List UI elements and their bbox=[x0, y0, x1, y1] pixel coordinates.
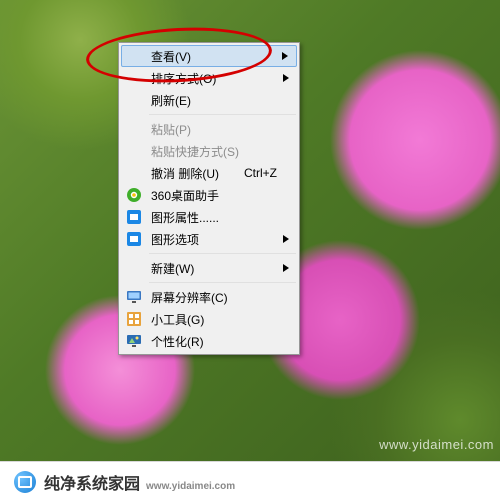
footer-url: www.yidaimei.com bbox=[146, 481, 235, 492]
menu-item-label: 刷新(E) bbox=[151, 92, 191, 109]
menu-item[interactable]: 排序方式(O) bbox=[121, 67, 297, 89]
menu-item-label: 图形属性...... bbox=[151, 209, 219, 226]
menu-item[interactable]: 图形选项 bbox=[121, 228, 297, 250]
submenu-arrow-icon bbox=[283, 264, 289, 272]
footer-bar: 纯净系统家园 www.yidaimei.com bbox=[0, 461, 500, 502]
menu-separator bbox=[149, 114, 296, 115]
menu-item-label: 个性化(R) bbox=[151, 333, 204, 350]
menu-separator bbox=[149, 282, 296, 283]
menu-item-label: 排序方式(O) bbox=[151, 70, 216, 87]
menu-item-label: 图形选项 bbox=[151, 231, 199, 248]
menu-item-label: 小工具(G) bbox=[151, 311, 204, 328]
intel-graphics-icon bbox=[126, 231, 142, 247]
footer-logo-icon bbox=[14, 471, 36, 493]
menu-item[interactable]: 图形属性...... bbox=[121, 206, 297, 228]
menu-item-label: 撤消 删除(U) bbox=[151, 165, 219, 182]
menu-item[interactable]: 个性化(R) bbox=[121, 330, 297, 352]
menu-separator bbox=[149, 253, 296, 254]
menu-item[interactable]: 刷新(E) bbox=[121, 89, 297, 111]
menu-item[interactable]: 新建(W) bbox=[121, 257, 297, 279]
footer-brand-text: 纯净系统家园 www.yidaimei.com bbox=[44, 470, 235, 494]
gadgets-icon bbox=[126, 311, 142, 327]
menu-item-label: 粘贴快捷方式(S) bbox=[151, 143, 239, 160]
footer-brand: 纯净系统家园 bbox=[44, 470, 140, 494]
monitor-icon bbox=[126, 289, 142, 305]
360-icon bbox=[126, 187, 142, 203]
menu-item-label: 查看(V) bbox=[151, 48, 191, 65]
watermark-bottom-right: www.yidaimei.com bbox=[379, 437, 494, 452]
menu-item[interactable]: 撤消 删除(U) Ctrl+Z bbox=[121, 162, 297, 184]
personalize-icon bbox=[126, 333, 142, 349]
menu-item: 粘贴快捷方式(S) bbox=[121, 140, 297, 162]
submenu-arrow-icon bbox=[283, 74, 289, 82]
menu-item: 粘贴(P) bbox=[121, 118, 297, 140]
menu-item-label: 屏幕分辨率(C) bbox=[151, 289, 228, 306]
menu-item[interactable]: 查看(V) bbox=[121, 45, 297, 67]
menu-item[interactable]: 小工具(G) bbox=[121, 308, 297, 330]
menu-item[interactable]: 屏幕分辨率(C) bbox=[121, 286, 297, 308]
submenu-arrow-icon bbox=[283, 235, 289, 243]
menu-item-shortcut: Ctrl+Z bbox=[244, 166, 277, 180]
context-menu: 查看(V) 排序方式(O) 刷新(E) 粘贴(P) 粘贴快捷方式(S) 撤消 删除(U) C… bbox=[118, 42, 300, 355]
menu-item-label: 360桌面助手 bbox=[151, 187, 219, 204]
menu-item[interactable]: 360桌面助手 bbox=[121, 184, 297, 206]
menu-item-label: 粘贴(P) bbox=[151, 121, 191, 138]
submenu-arrow-icon bbox=[282, 52, 288, 60]
intel-graphics-icon bbox=[126, 209, 142, 225]
menu-item-label: 新建(W) bbox=[151, 260, 194, 277]
